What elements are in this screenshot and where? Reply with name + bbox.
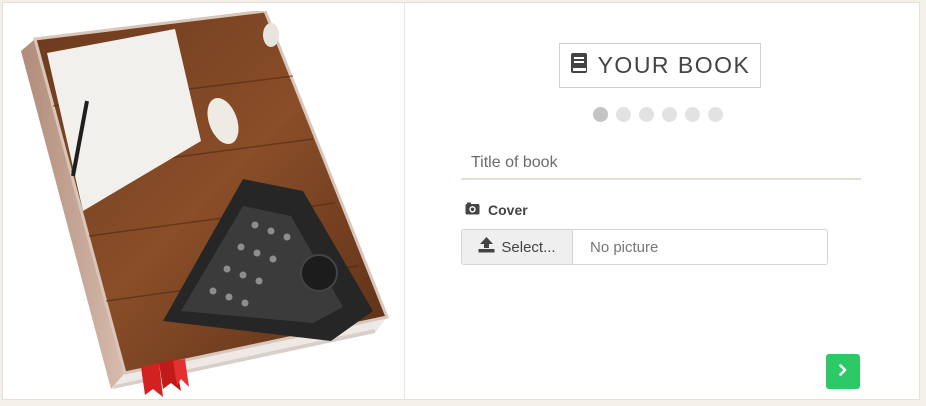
wizard-panel: [2, 2, 920, 400]
select-file-button[interactable]: Select...: [462, 230, 573, 264]
book-illustration: [3, 3, 403, 399]
book-title-input[interactable]: [461, 147, 861, 180]
step-dot: [662, 107, 677, 122]
step-dot: [685, 107, 700, 122]
panel-divider: [404, 3, 405, 399]
next-button[interactable]: [826, 354, 860, 389]
step-dot: [639, 107, 654, 122]
step-dot: [593, 107, 608, 122]
step-dot: [616, 107, 631, 122]
select-file-label: Select...: [501, 238, 556, 256]
book-icon: [570, 52, 588, 79]
cover-upload-field: Select... No picture: [461, 229, 828, 265]
upload-icon: [478, 237, 495, 257]
file-status-text: No picture: [590, 238, 659, 256]
chevron-right-icon: [838, 363, 848, 381]
book-cover-image: [21, 11, 390, 397]
page-title: YOUR BOOK: [597, 52, 751, 78]
page-title-box: YOUR BOOK: [559, 43, 761, 88]
cover-label-text: Cover: [488, 202, 528, 218]
step-dot: [708, 107, 723, 122]
camera-icon: [465, 202, 480, 218]
cover-label: Cover: [465, 202, 528, 218]
step-indicator: [593, 107, 723, 122]
